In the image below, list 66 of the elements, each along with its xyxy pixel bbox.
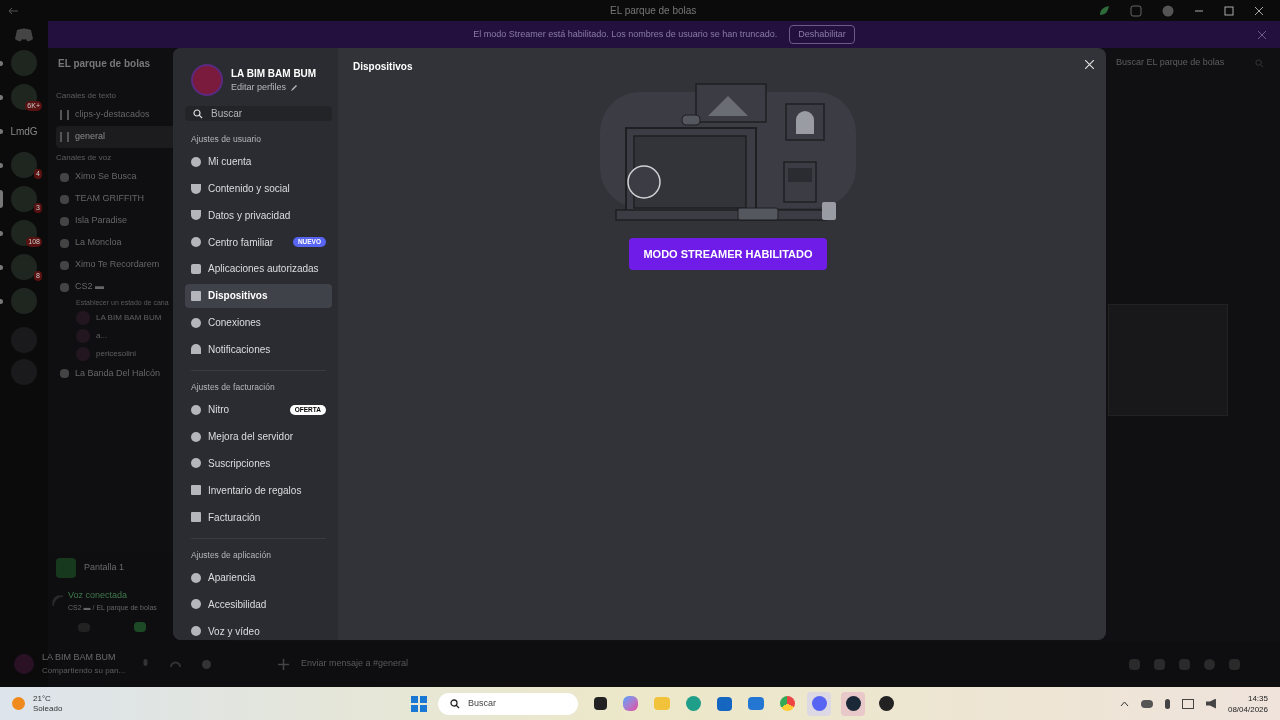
leaf-icon[interactable] (1098, 4, 1110, 17)
screen-share-icon[interactable] (134, 622, 147, 632)
shield-icon (191, 183, 201, 194)
search-icon (450, 698, 460, 709)
taskbar-search-field[interactable]: Buscar (438, 692, 578, 715)
settings-nav-item[interactable]: Notificaciones (185, 337, 332, 362)
monitor-icon[interactable] (1181, 698, 1194, 709)
settings-nav-item[interactable]: Mejora del servidor (185, 424, 332, 449)
speaker-icon (60, 216, 69, 226)
hash-icon (60, 132, 69, 142)
clock-time[interactable]: 14:35 (1247, 692, 1268, 704)
speaker-icon (60, 194, 69, 204)
temperature: 21°C (33, 693, 52, 704)
search-icon (1255, 58, 1264, 68)
settings-nav-item[interactable]: Accesibilidad (185, 592, 332, 617)
speaker-icon (60, 369, 69, 378)
settings-nav-item[interactable]: Dispositivos (185, 283, 332, 308)
page-title: Dispositivos (353, 60, 413, 74)
close-icon[interactable] (1254, 5, 1264, 16)
settings-nav-item[interactable]: Apariencia (185, 565, 332, 590)
user-name: LA BIM BAM BUM (42, 651, 117, 665)
discord-logo-icon[interactable] (14, 27, 34, 43)
weather-icon[interactable] (12, 697, 25, 710)
plus-icon[interactable] (278, 658, 289, 670)
user-status: Compartiendo su pan... (42, 664, 126, 677)
settings-nav-item[interactable]: Mi cuenta (185, 149, 332, 174)
shield-icon (191, 210, 201, 221)
server-label[interactable]: LmdG (10, 123, 38, 139)
speaker-icon (60, 172, 69, 182)
chevron-up-icon[interactable] (1119, 700, 1129, 707)
speaker-icon (60, 238, 69, 248)
settings-nav-item[interactable]: Facturación (185, 505, 332, 530)
windows-start-icon[interactable] (410, 694, 428, 713)
pencil-icon (290, 83, 299, 92)
window-title: EL parque de bolas (610, 4, 697, 18)
settings-nav-item[interactable]: Contenido y social (185, 176, 332, 201)
chrome-icon[interactable] (780, 696, 795, 711)
hash-icon (60, 110, 69, 120)
weather-label: Soleado (33, 703, 63, 714)
server-name[interactable]: EL parque de bolas (58, 55, 151, 71)
banner-text: El modo Streamer está habilitado. Los nombres de usuario se han truncado. (473, 27, 778, 41)
section-title: Ajustes de aplicación (190, 548, 272, 562)
settings-nav-item[interactable]: Conexiones (185, 310, 332, 335)
back-arrow-icon[interactable] (8, 6, 18, 15)
profile-avatar[interactable] (191, 64, 223, 96)
settings-nav-item[interactable]: Datos y privacidad (185, 203, 332, 228)
stream-title: Pantalla 1 (84, 561, 125, 575)
edit-profiles-link[interactable]: Editar perfiles (231, 80, 287, 95)
volume-icon[interactable] (1205, 698, 1216, 709)
speaker-icon (60, 260, 69, 270)
voice-status: Voz conectada (68, 589, 129, 602)
settings-search-field[interactable]: Buscar (185, 106, 332, 121)
disable-button[interactable]: Deshabilitar (789, 24, 855, 45)
profile-name: LA BIM BAM BUM (231, 66, 317, 81)
maximize-icon[interactable] (1224, 5, 1234, 16)
settings-nav-item[interactable]: Inventario de regalos (185, 478, 332, 503)
settings-nav-item[interactable]: Suscripciones (185, 451, 332, 476)
search-icon (193, 108, 203, 119)
settings-nav-item[interactable]: Aplicaciones autorizadas (185, 256, 332, 281)
signal-icon (52, 595, 64, 607)
screen-avatar (56, 558, 76, 578)
streamer-mode-button[interactable]: MODO STREAMER HABILITADO (629, 238, 827, 270)
clock-date[interactable]: 08/04/2026 (1227, 703, 1268, 715)
speaker-icon (60, 282, 69, 292)
section-title: Ajustes de facturación (190, 381, 276, 394)
settings-nav-item[interactable]: Voz y vídeo (185, 619, 332, 640)
